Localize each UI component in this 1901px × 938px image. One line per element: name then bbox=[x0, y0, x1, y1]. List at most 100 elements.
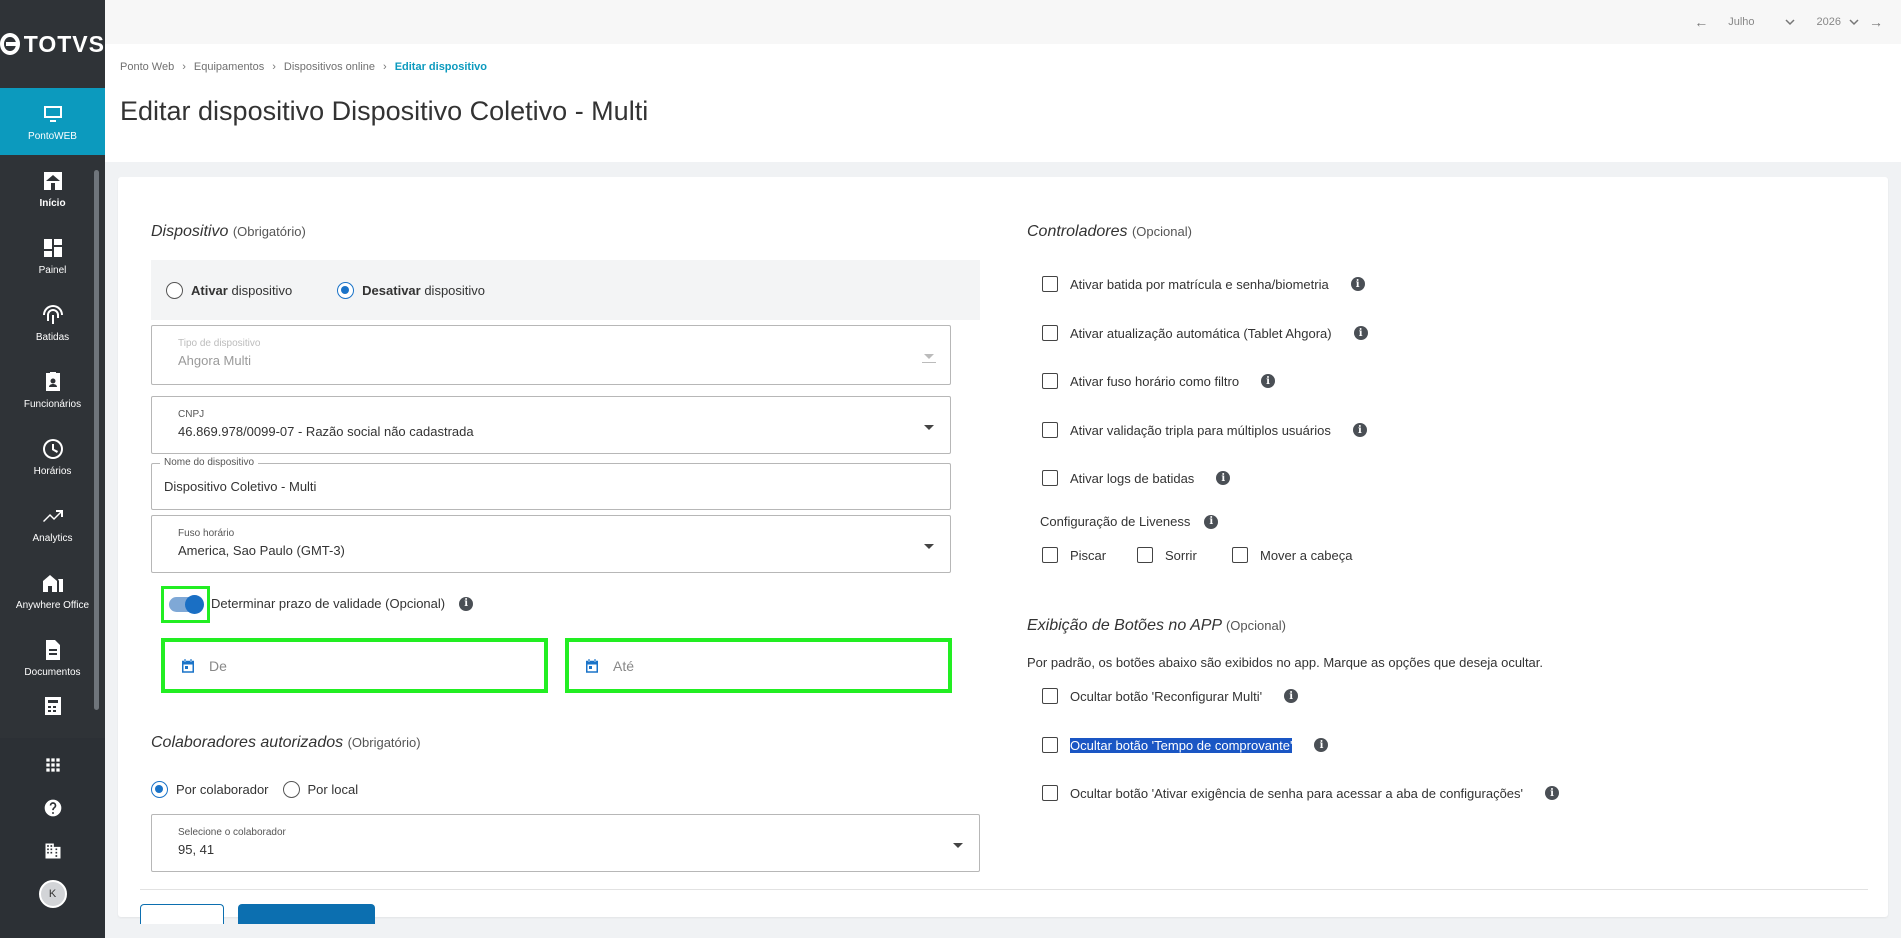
field-value: 95, 41 bbox=[178, 842, 215, 857]
trending-icon bbox=[42, 509, 63, 522]
section-qualifier: (Opcional) bbox=[1225, 618, 1286, 633]
checkbox-logs-batidas[interactable]: Ativar logs de batidas i bbox=[1042, 470, 1231, 486]
info-icon[interactable]: i bbox=[1545, 786, 1560, 800]
info-icon[interactable]: i bbox=[1204, 514, 1219, 529]
checkbox[interactable] bbox=[1232, 547, 1248, 563]
radio-por-colaborador[interactable]: Por colaborador bbox=[151, 781, 269, 798]
checkbox-batida-matricula[interactable]: Ativar batida por matrícula e senha/biom… bbox=[1042, 276, 1365, 292]
section-title-text: Exibição de Botões no APP bbox=[1027, 617, 1222, 634]
month-value: Julho bbox=[1728, 16, 1755, 28]
checkbox-ocultar-exigencia-senha[interactable]: Ocultar botão 'Ativar exigência de senha… bbox=[1042, 785, 1560, 801]
radio-ativar-dispositivo[interactable]: Ativar dispositivo bbox=[166, 281, 292, 299]
section-title-text: Colaboradores autorizados bbox=[151, 734, 344, 751]
checkbox[interactable] bbox=[1042, 422, 1058, 438]
checkbox[interactable] bbox=[1042, 737, 1058, 753]
fuso-horario-select[interactable]: Fuso horário America, Sao Paulo (GMT-3) bbox=[151, 515, 951, 573]
save-button[interactable] bbox=[238, 904, 375, 924]
breadcrumb-ponto-web[interactable]: Ponto Web bbox=[120, 61, 174, 73]
previous-period-arrow-icon[interactable]: ← bbox=[1694, 14, 1708, 30]
page-title: Editar dispositivo Dispositivo Coletivo … bbox=[120, 96, 649, 126]
colaborador-select[interactable]: Selecione o colaborador 95, 41 bbox=[151, 814, 980, 872]
checkbox[interactable] bbox=[1137, 547, 1153, 563]
fingerprint-icon bbox=[42, 304, 63, 324]
checkbox[interactable] bbox=[1042, 688, 1058, 704]
company-button[interactable] bbox=[0, 829, 105, 872]
breadcrumb-current: Editar dispositivo bbox=[394, 61, 487, 73]
section-qualifier: (Opcional) bbox=[1131, 224, 1192, 239]
dropdown-arrow-icon bbox=[924, 425, 934, 430]
dropdown-arrow-icon bbox=[924, 544, 934, 549]
toggle-track[interactable] bbox=[169, 595, 204, 614]
section-title-text: Controladores bbox=[1027, 223, 1128, 240]
cancel-button[interactable] bbox=[140, 904, 224, 924]
date-from-field[interactable]: De bbox=[161, 638, 548, 693]
sidebar-item-painel[interactable]: Painel bbox=[0, 222, 105, 289]
badge-icon bbox=[45, 371, 60, 391]
next-period-arrow-icon[interactable]: → bbox=[1869, 14, 1883, 30]
radio-ativar-bold: Ativar bbox=[191, 282, 228, 298]
form-card: Dispositivo (Obrigatório) Ativar disposi… bbox=[118, 177, 1888, 924]
radio-desativar-dispositivo[interactable]: Desativar dispositivo bbox=[337, 281, 485, 299]
help-button[interactable] bbox=[0, 786, 105, 829]
field-label: Fuso horário bbox=[178, 528, 235, 539]
field-value[interactable]: Dispositivo Coletivo - Multi bbox=[164, 479, 316, 494]
radio-circle[interactable] bbox=[282, 781, 300, 798]
date-to-field[interactable]: Até bbox=[565, 638, 952, 693]
apps-button[interactable] bbox=[0, 743, 105, 786]
sidebar-item-horarios[interactable]: Horários bbox=[0, 423, 105, 490]
user-menu[interactable]: K bbox=[0, 872, 105, 915]
sidebar-item-label: Funcionários bbox=[23, 398, 82, 410]
info-icon[interactable]: i bbox=[1314, 738, 1329, 752]
month-select[interactable]: Julho bbox=[1728, 16, 1795, 28]
checkbox[interactable] bbox=[1042, 276, 1058, 292]
checkbox-atualizacao-automatica[interactable]: Ativar atualização automática (Tablet Ah… bbox=[1042, 325, 1368, 341]
sidebar-item-analytics[interactable]: Analytics bbox=[0, 490, 105, 557]
info-icon[interactable]: i bbox=[1216, 471, 1231, 485]
checkbox-ocultar-reconfigurar[interactable]: Ocultar botão 'Reconfigurar Multi' i bbox=[1042, 688, 1299, 704]
checkbox-ocultar-tempo-comprovante[interactable]: Ocultar botão 'Tempo de comprovante' i bbox=[1042, 737, 1329, 753]
sidebar-item-inicio[interactable]: Início bbox=[0, 155, 105, 222]
section-botoes-title: Exibição de Botões no APP (Opcional) bbox=[1027, 617, 1286, 635]
validade-toggle[interactable] bbox=[161, 586, 210, 623]
radio-circle[interactable] bbox=[166, 281, 183, 299]
info-icon[interactable]: i bbox=[459, 596, 474, 611]
sidebar-item-more[interactable] bbox=[0, 691, 105, 725]
checkbox-piscar[interactable]: Piscar bbox=[1042, 547, 1106, 563]
field-value: America, Sao Paulo (GMT-3) bbox=[178, 543, 345, 558]
radio-por-local[interactable]: Por local bbox=[282, 781, 358, 798]
checkbox[interactable] bbox=[1042, 785, 1058, 801]
checkbox[interactable] bbox=[1042, 373, 1058, 389]
field-value: Ahgora Multi bbox=[178, 353, 251, 368]
sidebar-item-anywhere-office[interactable]: Anywhere Office bbox=[0, 557, 105, 624]
sidebar-item-funcionarios[interactable]: Funcionários bbox=[0, 356, 105, 423]
info-icon[interactable]: i bbox=[1352, 423, 1367, 437]
breadcrumb-equipamentos[interactable]: Equipamentos bbox=[194, 61, 264, 73]
help-icon bbox=[44, 799, 61, 816]
info-icon[interactable]: i bbox=[1284, 689, 1299, 703]
checkbox[interactable] bbox=[1042, 470, 1058, 486]
checkbox[interactable] bbox=[1042, 547, 1058, 563]
radio-circle-selected[interactable] bbox=[337, 281, 355, 299]
nome-dispositivo-field[interactable]: Nome do dispositivo Dispositivo Coletivo… bbox=[151, 457, 951, 510]
checkbox[interactable] bbox=[1042, 325, 1058, 341]
radio-desativar-bold: Desativar bbox=[362, 282, 421, 298]
sidebar-item-batidas[interactable]: Batidas bbox=[0, 289, 105, 356]
year-select[interactable]: 2026 bbox=[1817, 16, 1859, 28]
checkbox-validacao-tripla[interactable]: Ativar validação tripla para múltiplos u… bbox=[1042, 422, 1367, 438]
sidebar-scrollbar[interactable] bbox=[94, 170, 99, 710]
liveness-label: Configuração de Liveness bbox=[1040, 514, 1191, 529]
radio-circle-selected[interactable] bbox=[151, 781, 168, 798]
cnpj-select[interactable]: CNPJ 46.869.978/0099-07 - Razão social n… bbox=[151, 396, 951, 454]
field-value: 46.869.978/0099-07 - Razão social não ca… bbox=[178, 424, 474, 439]
breadcrumb-dispositivos-online[interactable]: Dispositivos online bbox=[284, 61, 375, 73]
checkbox-fuso-filtro[interactable]: Ativar fuso horário como filtro i bbox=[1042, 373, 1276, 389]
module-pontoweb[interactable]: PontoWEB bbox=[0, 88, 105, 155]
totvs-logo[interactable]: TOTVS bbox=[0, 0, 105, 88]
info-icon[interactable]: i bbox=[1350, 277, 1365, 291]
checkbox-sorrir[interactable]: Sorrir bbox=[1137, 547, 1197, 563]
info-icon[interactable]: i bbox=[1261, 374, 1276, 388]
info-icon[interactable]: i bbox=[1353, 326, 1368, 340]
breadcrumb: Ponto Web › Equipamentos › Dispositivos … bbox=[120, 61, 487, 73]
checkbox-mover-cabeca[interactable]: Mover a cabeça bbox=[1232, 547, 1353, 563]
sidebar-item-documentos[interactable]: Documentos bbox=[0, 624, 105, 691]
